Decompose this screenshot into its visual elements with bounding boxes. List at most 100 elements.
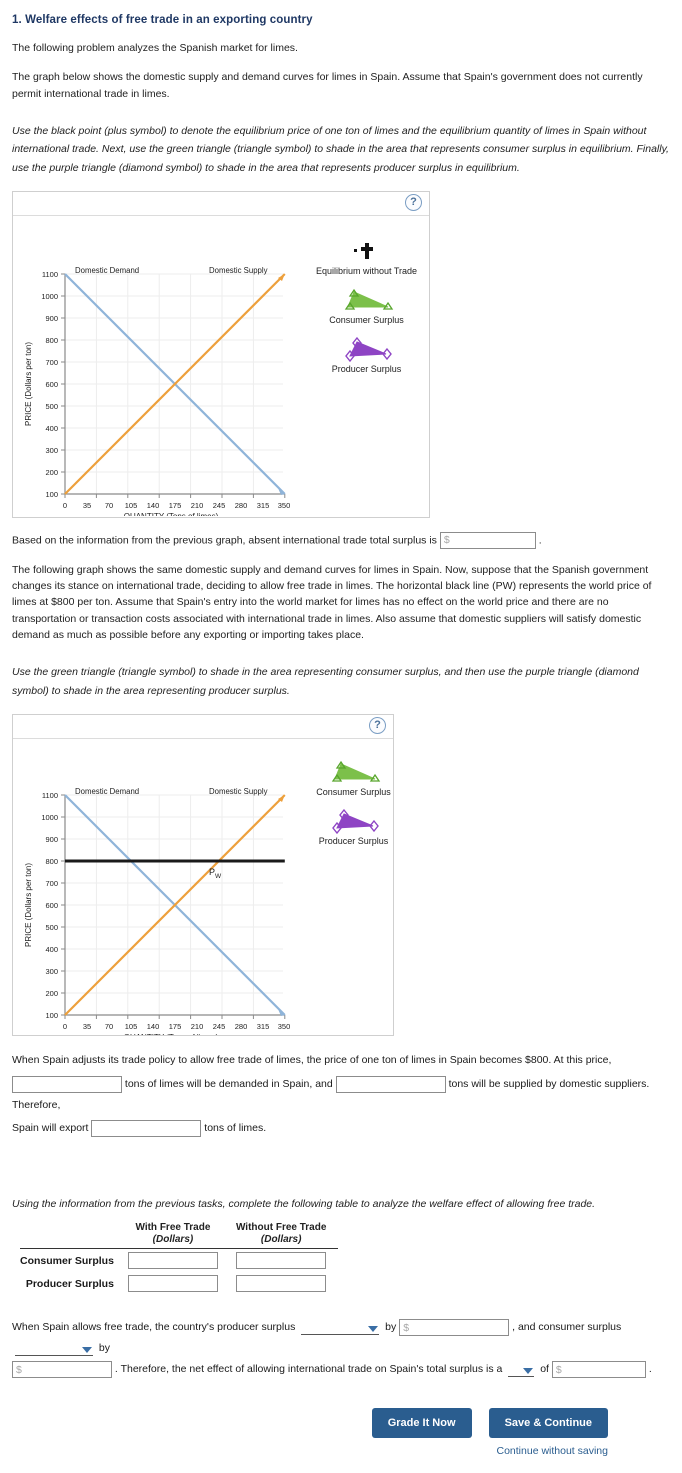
legend-item-consumer-surplus-2[interactable]: Consumer Surplus — [301, 759, 406, 797]
col-header-with-free-trade: With Free Trade — [135, 1222, 211, 1234]
net-effect-amount-input[interactable] — [551, 1361, 646, 1379]
svg-text:35: 35 — [83, 501, 91, 510]
svg-text:70: 70 — [105, 1022, 113, 1031]
svg-text:35: 35 — [83, 1022, 91, 1031]
svg-text:800: 800 — [45, 336, 58, 345]
svg-text:100: 100 — [45, 1011, 58, 1020]
svg-text:350: 350 — [278, 501, 291, 510]
consumer-surplus-without-free-trade-input[interactable] — [236, 1252, 327, 1270]
legend-item-consumer-surplus[interactable]: Consumer Surplus — [309, 287, 424, 325]
graph1-demand-label: Domestic Demand — [75, 266, 139, 275]
svg-text:800: 800 — [45, 857, 58, 866]
world-price-label: P W — [209, 867, 222, 880]
svg-text:300: 300 — [45, 967, 58, 976]
producer-surplus-direction-dropdown[interactable] — [301, 1321, 380, 1335]
problem-page: 1. Welfare effects of free trade in an e… — [0, 0, 682, 1457]
graph-panel-free-trade[interactable]: ? 1100 1000 900 800 700 600 500 400 300 … — [12, 714, 394, 1036]
svg-text:175: 175 — [169, 501, 182, 510]
net-effect-direction-dropdown[interactable] — [508, 1363, 535, 1377]
conclusion-seg6: of — [540, 1363, 549, 1376]
corner-cell — [20, 1221, 122, 1233]
help-icon-2[interactable]: ? — [369, 717, 386, 734]
svg-text:200: 200 — [45, 989, 58, 998]
svg-text:0: 0 — [63, 501, 67, 510]
green-triangle-icon — [344, 288, 393, 310]
graph2-plot-area[interactable]: 1100 1000 900 800 700 600 500 400 300 200 100 — [13, 739, 393, 1035]
welfare-table: With Free Trade Without Free Trade (Doll… — [20, 1221, 339, 1295]
svg-text:245: 245 — [213, 501, 226, 510]
table-subheader-row: (Dollars) (Dollars) — [20, 1233, 339, 1250]
grade-it-now-button[interactable]: Grade It Now — [371, 1408, 472, 1439]
svg-text:600: 600 — [45, 380, 58, 389]
svg-text:400: 400 — [45, 424, 58, 433]
graph1-plot-area[interactable]: 1100 1000 900 800 700 600 500 400 300 200 100 — [13, 216, 429, 517]
cell-ps-with — [122, 1272, 224, 1295]
svg-text:1100: 1100 — [42, 791, 58, 800]
graph2-toolbar: ? — [13, 715, 393, 739]
producer-surplus-without-free-trade-input[interactable] — [236, 1275, 327, 1293]
legend-label-producer-surplus: Producer Surplus — [331, 363, 402, 374]
cell-cs-without — [224, 1249, 338, 1273]
svg-text:700: 700 — [45, 358, 58, 367]
action-buttons: Grade It Now Save & Continue — [12, 1408, 670, 1439]
col-sub-without-free-trade: (Dollars) — [223, 1233, 339, 1250]
total-surplus-prompt: Based on the information from the previo… — [12, 534, 437, 547]
table-header-row: With Free Trade Without Free Trade — [20, 1221, 338, 1233]
svg-text:175: 175 — [169, 1022, 182, 1031]
producer-surplus-with-free-trade-input[interactable] — [127, 1275, 218, 1293]
save-and-continue-button[interactable]: Save & Continue — [488, 1408, 608, 1439]
corner-cell-2 — [20, 1233, 122, 1250]
total-surplus-input[interactable] — [439, 531, 536, 549]
quantity-questions: When Spain adjusts its trade policy to a… — [12, 1050, 670, 1139]
graph1-legend[interactable]: Equilibrium without Trade Consumer Surpl… — [309, 238, 424, 380]
svg-text:1000: 1000 — [41, 813, 58, 822]
svg-text:100: 100 — [45, 490, 58, 499]
conclusion-seg7: . — [648, 1363, 652, 1376]
legend-label-consumer-surplus: Consumer Surplus — [329, 314, 404, 325]
intro-paragraph: The following problem analyzes the Spani… — [12, 42, 298, 54]
table-intro: Using the information from the previous … — [12, 1198, 596, 1210]
conclusion-seg1: When Spain allows free trade, the countr… — [12, 1321, 296, 1334]
export-row: Spain will export tons of limes. — [12, 1118, 670, 1139]
svg-text:210: 210 — [191, 1022, 204, 1031]
chevron-down-icon — [368, 1325, 379, 1332]
conclusion-seg2: by — [385, 1321, 397, 1334]
svg-text:900: 900 — [45, 314, 58, 323]
consumer-surplus-with-free-trade-input[interactable] — [127, 1252, 218, 1270]
legend-item-producer-surplus-2[interactable]: Producer Surplus — [301, 808, 406, 846]
legend-item-equilibrium[interactable]: Equilibrium without Trade — [309, 238, 424, 276]
consumer-surplus-direction-dropdown[interactable] — [15, 1342, 93, 1356]
legend-label-consumer-surplus-2: Consumer Surplus — [316, 787, 391, 797]
graph-panel-no-trade[interactable]: ? 1100 1000 900 800 700 600 500 400 300 … — [12, 190, 430, 518]
svg-text:140: 140 — [147, 1022, 160, 1031]
graph1-y-axis-title: PRICE (Dollars per ton) — [24, 342, 33, 426]
table-row: Consumer Surplus — [20, 1249, 338, 1273]
conclusion-seg5: . Therefore, the net effect of allowing … — [114, 1363, 503, 1376]
svg-text:280: 280 — [235, 501, 248, 510]
instruction-graph1: Use the black point (plus symbol) to den… — [12, 124, 669, 174]
table-row: Producer Surplus — [20, 1272, 338, 1295]
demanded-text: tons of limes will be demanded in Spain,… — [124, 1078, 333, 1090]
page-title: 1. Welfare effects of free trade in an e… — [12, 14, 313, 26]
quantity-supplied-input[interactable] — [335, 1075, 446, 1093]
chevron-down-icon — [82, 1346, 92, 1353]
graph2-y-axis-title: PRICE (Dollars per ton) — [24, 863, 33, 947]
graph2-legend[interactable]: Consumer Surplus Producer Surplus — [301, 759, 406, 852]
continue-without-saving-link[interactable]: Continue without saving — [497, 1445, 609, 1457]
svg-text:70: 70 — [105, 501, 113, 510]
export-quantity-input[interactable] — [91, 1119, 202, 1137]
svg-text:900: 900 — [45, 835, 58, 844]
quantity-demanded-input[interactable] — [12, 1075, 122, 1093]
consumer-surplus-change-input[interactable] — [12, 1361, 112, 1379]
purple-diamond-triangle-icon — [344, 336, 392, 362]
graph2-demand-label: Domestic Demand — [75, 787, 139, 796]
legend-item-producer-surplus[interactable]: Producer Surplus — [309, 336, 424, 374]
producer-surplus-change-input[interactable] — [399, 1319, 510, 1337]
svg-text:315: 315 — [257, 501, 270, 510]
svg-text:315: 315 — [257, 1022, 270, 1031]
svg-text:350: 350 — [278, 1022, 291, 1031]
legend-label-equilibrium: Equilibrium without Trade — [315, 265, 418, 276]
help-icon[interactable]: ? — [405, 193, 422, 211]
svg-text:0: 0 — [63, 1022, 67, 1031]
col-header-without-free-trade: Without Free Trade — [235, 1222, 327, 1234]
